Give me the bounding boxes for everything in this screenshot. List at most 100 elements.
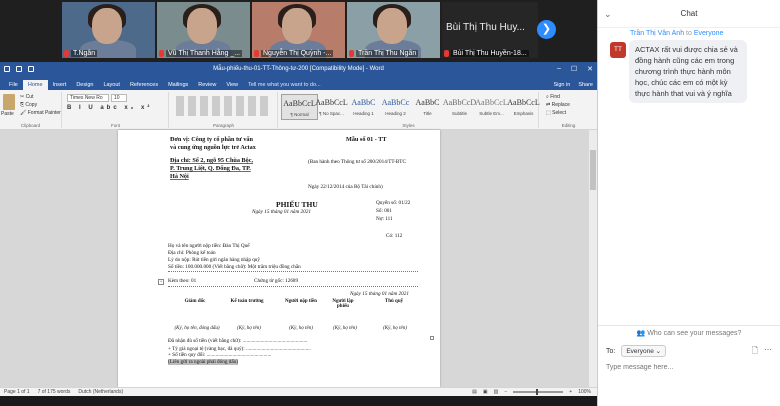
styles-group: AaBbCcL ¶ Normal AaBbCcL ¶ No Spac... AaBb…: [279, 92, 542, 128]
web-layout-icon[interactable]: ▥: [494, 389, 499, 395]
sign-note: (Ký, họ tên): [383, 326, 407, 331]
tell-me-search[interactable]: Tell me what you want to do...: [243, 82, 325, 90]
doc-received: Đã nhận đủ số tiền (viết bằng chữ): ....…: [168, 338, 308, 344]
paragraph-buttons[interactable]: [176, 96, 271, 116]
find-button[interactable]: ⌕ Find: [546, 94, 560, 100]
signer-preparer: Người lập phiếu: [332, 299, 354, 309]
minimize-icon[interactable]: –: [557, 65, 561, 73]
group-label: Clipboard: [20, 123, 41, 128]
tab-references[interactable]: References: [125, 82, 163, 90]
zoom-in-icon[interactable]: +: [569, 389, 572, 395]
zoom-out-icon[interactable]: −: [504, 389, 507, 395]
format-painter-button[interactable]: 🖌 Format Painter: [20, 110, 61, 116]
more-options-icon[interactable]: ⋯: [764, 345, 772, 359]
replace-button[interactable]: ⇄ Replace: [546, 102, 570, 108]
video-tile[interactable]: Nguyễn Thị Quỳnh -...: [252, 2, 345, 58]
page-count[interactable]: Page 1 of 1: [4, 389, 30, 395]
doc-attached: Kèm theo: 01: [168, 278, 197, 284]
participant-name: Vũ Thị Thanh Hằng _...: [166, 50, 243, 57]
video-gallery-strip: T.Ngân Vũ Thị Thanh Hằng _... Nguyễn Thị…: [0, 0, 597, 62]
document-title: Mẫu-phiếu-thu-01-TT-Thông-tư-200 [Compat…: [213, 66, 384, 72]
signer-director: Giám đốc: [184, 299, 206, 304]
chevron-right-icon[interactable]: ❯: [537, 20, 556, 39]
zoom-level[interactable]: 100%: [578, 389, 591, 395]
tab-insert[interactable]: Insert: [48, 82, 72, 90]
file-icon[interactable]: 🗋: [752, 345, 758, 359]
tab-mailings[interactable]: Mailings: [163, 82, 193, 90]
doc-credit: Có: 112: [386, 233, 403, 239]
group-label: Paragraph: [212, 123, 234, 128]
font-size-select[interactable]: 10: [111, 94, 127, 102]
avatar: TT: [610, 42, 626, 58]
chat-message[interactable]: ACTAX rất vui được chia sẻ và đồng hành …: [629, 40, 747, 103]
tab-file[interactable]: File: [4, 82, 23, 90]
word-titlebar: Mẫu-phiếu-thu-01-TT-Thông-tư-200 [Compat…: [0, 62, 597, 78]
font-name-select[interactable]: Times New Ro: [67, 94, 109, 102]
maximize-icon[interactable]: ☐: [571, 65, 577, 73]
chat-title: Chat: [680, 9, 698, 18]
doc-date-2: Ngày 15 tháng 01 năm 2021: [350, 291, 409, 297]
tab-home[interactable]: Home: [22, 80, 48, 90]
print-layout-icon[interactable]: ▣: [483, 389, 488, 395]
doc-unit: Đơn vị: Công ty cổ phần tư vấn: [170, 136, 253, 143]
chat-message-input[interactable]: [606, 360, 772, 374]
status-bar: Page 1 of 1 7 of 175 words Dutch (Nether…: [0, 387, 597, 396]
screen: T.Ngân Vũ Thị Thanh Hằng _... Nguyễn Thị…: [0, 0, 780, 406]
doc-debit: Nợ: 111: [376, 216, 393, 222]
tab-review[interactable]: Review: [193, 82, 221, 90]
video-tile[interactable]: Vũ Thị Thanh Hằng _...: [157, 2, 250, 58]
paragraph-group: Paragraph: [170, 92, 278, 128]
tab-view[interactable]: View: [221, 82, 243, 90]
chat-header: ⌄ Chat: [598, 0, 780, 28]
to-label: To:: [606, 347, 616, 355]
recipient-select[interactable]: Everyone ⌄: [621, 345, 667, 357]
document-area[interactable]: Đơn vị: Công ty cổ phần tư vấn và cung ứ…: [0, 130, 597, 387]
paste-button[interactable]: Paste: [1, 111, 14, 117]
editing-group: ⌕ Find ⇄ Replace ⬚ Select Editing: [540, 92, 597, 128]
message-recipient[interactable]: Everyone: [694, 30, 724, 37]
bottom-bar: [0, 396, 597, 406]
table-move-handle[interactable]: +: [158, 279, 164, 285]
zoom-slider[interactable]: [513, 389, 564, 395]
close-icon[interactable]: ✕: [587, 65, 593, 73]
tab-layout[interactable]: Layout: [98, 82, 125, 90]
vertical-scrollbar[interactable]: [589, 130, 597, 387]
document-page[interactable]: Đơn vị: Công ty cổ phần tư vấn và cung ứ…: [118, 130, 440, 387]
to-word: to: [686, 30, 692, 37]
video-tile[interactable]: Trần Thị Thu Ngân: [347, 2, 440, 58]
sign-note: (Ký, họ tên, đóng dấu): [174, 326, 220, 331]
participant-name: T.Ngân: [71, 50, 98, 57]
font-group: Times New Ro 10 B I U abc x₂ x² Font: [63, 92, 169, 128]
doc-address-2: P. Trung Liệt, Q. Đống Đa, TP.: [170, 165, 251, 172]
doc-heading: PHIẾU THU: [276, 200, 318, 209]
language[interactable]: Dutch (Netherlands): [78, 389, 123, 395]
select-button[interactable]: ⬚ Select: [546, 110, 566, 116]
doc-payer: Họ và tên người nộp tiền: Đào Thị Quế: [168, 243, 250, 249]
tab-design[interactable]: Design: [71, 82, 98, 90]
read-mode-icon[interactable]: ▤: [472, 389, 477, 395]
doc-number: Số: 001: [376, 208, 392, 214]
doc-reason: Lý do nộp: Rút tiền gửi ngân hàng nhập q…: [168, 257, 260, 263]
doc-circular: (Ban hành theo Thông tư số 200/2014/TT-B…: [308, 159, 406, 165]
copy-button[interactable]: ⎘ Copy: [20, 102, 37, 108]
style-emphasis[interactable]: AaBbCcL Emphasis: [505, 94, 542, 120]
muted-mic-icon: [254, 50, 259, 57]
share-button[interactable]: Share: [578, 82, 593, 88]
signer-payer: Người nộp tiền: [285, 299, 317, 304]
cut-button[interactable]: ✂ Cut: [20, 94, 33, 100]
sign-note: (Ký, họ tên): [289, 326, 313, 331]
chevron-down-icon[interactable]: ⌄: [604, 0, 612, 28]
doc-book: Quyển số: 01/22: [376, 200, 411, 206]
sign-note: (Ký, họ tên): [333, 326, 357, 331]
table-resize-handle[interactable]: [430, 336, 434, 340]
message-sender[interactable]: Trần Thị Vân Anh: [630, 30, 684, 37]
word-count[interactable]: 7 of 175 words: [38, 389, 71, 395]
sign-in-link[interactable]: Sign in: [553, 82, 570, 88]
who-can-see-link[interactable]: 👥 Who can see your messages?: [598, 325, 780, 337]
video-tile[interactable]: Bùi Thị Thu Huy... Bùi Thị Thu Huyền-18.…: [442, 2, 538, 58]
video-tile[interactable]: T.Ngân: [62, 2, 155, 58]
group-label: Editing: [561, 123, 576, 128]
ribbon-tabs: File Home Insert Design Layout Reference…: [0, 78, 597, 90]
font-format-buttons[interactable]: B I U abc x₂ x²: [67, 105, 152, 111]
paste-icon[interactable]: [3, 94, 15, 110]
